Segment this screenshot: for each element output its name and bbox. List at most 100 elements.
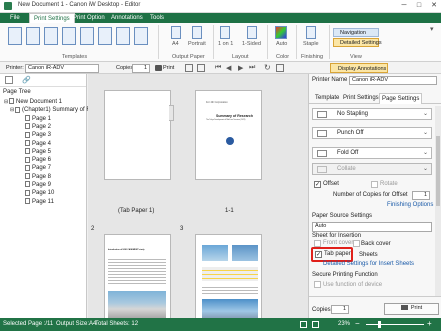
template-icon-7[interactable]	[116, 27, 130, 45]
template-icon-6[interactable]	[98, 27, 112, 45]
maximize-button[interactable]: □	[412, 0, 426, 12]
close-button[interactable]: ✕	[427, 0, 441, 12]
use-function-label: Use function of device	[323, 282, 383, 288]
app-icon	[4, 2, 12, 10]
detailed-settings-insert-link[interactable]: Detailed Settings for Insert Sheets	[323, 261, 414, 267]
preview-page-2[interactable]: Introduction of USE CASEMENT study	[104, 234, 171, 324]
printer-name-select[interactable]: Canon iR-ADV	[349, 76, 437, 85]
refresh-icon[interactable]: ↻	[264, 63, 271, 72]
staple-label[interactable]: Staple	[303, 41, 319, 47]
zoom-fit-icon[interactable]	[185, 64, 193, 72]
tree-item-page[interactable]: Page 6	[20, 156, 51, 164]
offset-checkbox[interactable]: ✓	[314, 181, 321, 188]
navigation-label: Navigation	[340, 30, 366, 36]
tree-tab-attachments-icon[interactable]: 🔗	[22, 76, 31, 84]
tree-item-page[interactable]: Page 4	[20, 139, 51, 148]
tree-item-page[interactable]: Page 9	[20, 181, 51, 189]
punch-value: Punch Off	[337, 130, 364, 136]
tree-item-document[interactable]: ⊟ New Document 1	[4, 98, 62, 106]
tab-paper-page[interactable]	[104, 90, 174, 180]
tree-tab-pages-icon[interactable]	[5, 76, 13, 84]
front-cover-checkbox[interactable]	[314, 240, 321, 247]
prev-page-icon[interactable]: ◀	[226, 64, 231, 72]
tab-annotations[interactable]: Annotations	[107, 13, 147, 23]
tree-item-page[interactable]: Page 8	[20, 173, 51, 181]
print-button-icon	[400, 305, 408, 311]
settings-scrollbar[interactable]	[435, 106, 441, 296]
ribbon-collapse-icon[interactable]: ▾	[430, 25, 434, 33]
tab-tools[interactable]: Tools	[146, 13, 168, 23]
copies-offset-input[interactable]: 1	[412, 191, 430, 200]
paper-size-icon[interactable]	[171, 26, 181, 39]
last-page-icon[interactable]: ⏭	[249, 64, 255, 72]
duplex-label[interactable]: 1-Sided	[242, 41, 261, 47]
navigation-button[interactable]: Navigation	[333, 28, 379, 37]
staple-icon[interactable]	[306, 26, 316, 39]
template-icon-3[interactable]	[44, 27, 58, 45]
zoom-page-icon[interactable]	[197, 64, 205, 72]
back-cover-checkbox[interactable]	[353, 240, 360, 247]
tree-item-chapter[interactable]: ⊟ (Chapter1) Summary of R	[10, 106, 91, 114]
copies-input[interactable]: 1	[132, 64, 150, 73]
display-annotations-button[interactable]: Display Annotations	[330, 63, 388, 73]
tree-item-page[interactable]: Page 2	[20, 123, 51, 131]
zoom-slider[interactable]	[366, 324, 424, 325]
color-mode-label[interactable]: Auto	[276, 41, 287, 47]
print-label[interactable]: Print	[163, 65, 174, 71]
tree-item-page[interactable]: Page 3	[20, 131, 51, 139]
fold-dropdown[interactable]: Fold Off ⌄	[312, 147, 432, 159]
page4-table	[202, 267, 258, 281]
tab-file[interactable]: File	[6, 13, 24, 23]
view-mode-icon[interactable]	[300, 321, 307, 328]
punch-dropdown[interactable]: Punch Off ⌄	[312, 127, 432, 139]
color-mode-icon[interactable]	[275, 26, 287, 39]
minimize-button[interactable]: ─	[397, 0, 411, 12]
tree-item-page[interactable]: Page 10	[20, 189, 54, 197]
template-icon-2[interactable]	[26, 27, 40, 45]
tab-paper-checkbox[interactable]: ✓	[315, 251, 322, 258]
pages-per-sheet-icon[interactable]	[220, 26, 230, 39]
finishing-options-link[interactable]: Finishing Options	[387, 202, 433, 208]
first-page-icon[interactable]: ⏮	[215, 64, 221, 72]
bottom-print-button[interactable]: Print	[384, 303, 439, 315]
thumbnail-view-icon[interactable]	[312, 321, 319, 328]
paper-size-label[interactable]: A4	[172, 41, 179, 47]
bottom-copies-input[interactable]: 1	[331, 305, 349, 314]
page3-heading: Introduction of USE CASEMENT study	[108, 249, 145, 251]
tree-item-page[interactable]: Page 11	[20, 198, 54, 206]
page-label-1-1: 1-1	[225, 208, 234, 214]
tab-print-option[interactable]: Print Option	[69, 13, 109, 23]
duplex-icon[interactable]	[247, 26, 257, 39]
use-function-checkbox[interactable]	[314, 281, 321, 288]
printer-select[interactable]: Canon iR-ADV	[25, 64, 99, 73]
scrollbar-thumb[interactable]	[436, 136, 440, 206]
template-icon-5[interactable]	[80, 27, 94, 45]
orientation-label[interactable]: Portrait	[188, 41, 206, 47]
print-preview-icon[interactable]	[276, 64, 284, 72]
document-icon	[9, 98, 14, 105]
rotate-checkbox[interactable]	[371, 181, 378, 188]
pages-per-sheet-label[interactable]: 1 on 1	[218, 41, 233, 47]
tree-item-page[interactable]: Page 7	[20, 164, 51, 172]
zoom-in-icon[interactable]: +	[427, 319, 432, 328]
next-page-icon[interactable]: ▶	[238, 64, 243, 72]
tree-item-page[interactable]: Page 1	[20, 115, 51, 123]
template-icon-4[interactable]	[62, 27, 76, 45]
zoom-level: 23%	[338, 321, 351, 327]
tree-item-page[interactable]: Page 5	[20, 148, 51, 156]
tab-print-settings[interactable]: Print Settings	[29, 13, 75, 23]
detailed-settings-button[interactable]: Detailed Settings	[333, 38, 382, 47]
orientation-icon[interactable]	[192, 26, 202, 39]
preview-page-3[interactable]	[195, 234, 262, 324]
stapling-dropdown[interactable]: No Stapling ⌄	[312, 108, 432, 120]
zoom-out-icon[interactable]: −	[355, 319, 360, 328]
print-icon[interactable]	[155, 65, 162, 71]
template-icon-1[interactable]	[8, 27, 22, 45]
preview-page-1-1[interactable]: For 4th Corporation Summary of Research …	[195, 90, 262, 180]
tab-page-settings[interactable]: Page Settings	[379, 93, 423, 104]
template-icon-8[interactable]	[134, 27, 148, 45]
paper-source-select[interactable]: Auto	[312, 222, 432, 232]
tab-print-settings-right[interactable]: Print Settings	[343, 95, 379, 101]
zoom-slider-thumb[interactable]	[378, 321, 381, 328]
tab-template[interactable]: Template	[315, 95, 339, 101]
